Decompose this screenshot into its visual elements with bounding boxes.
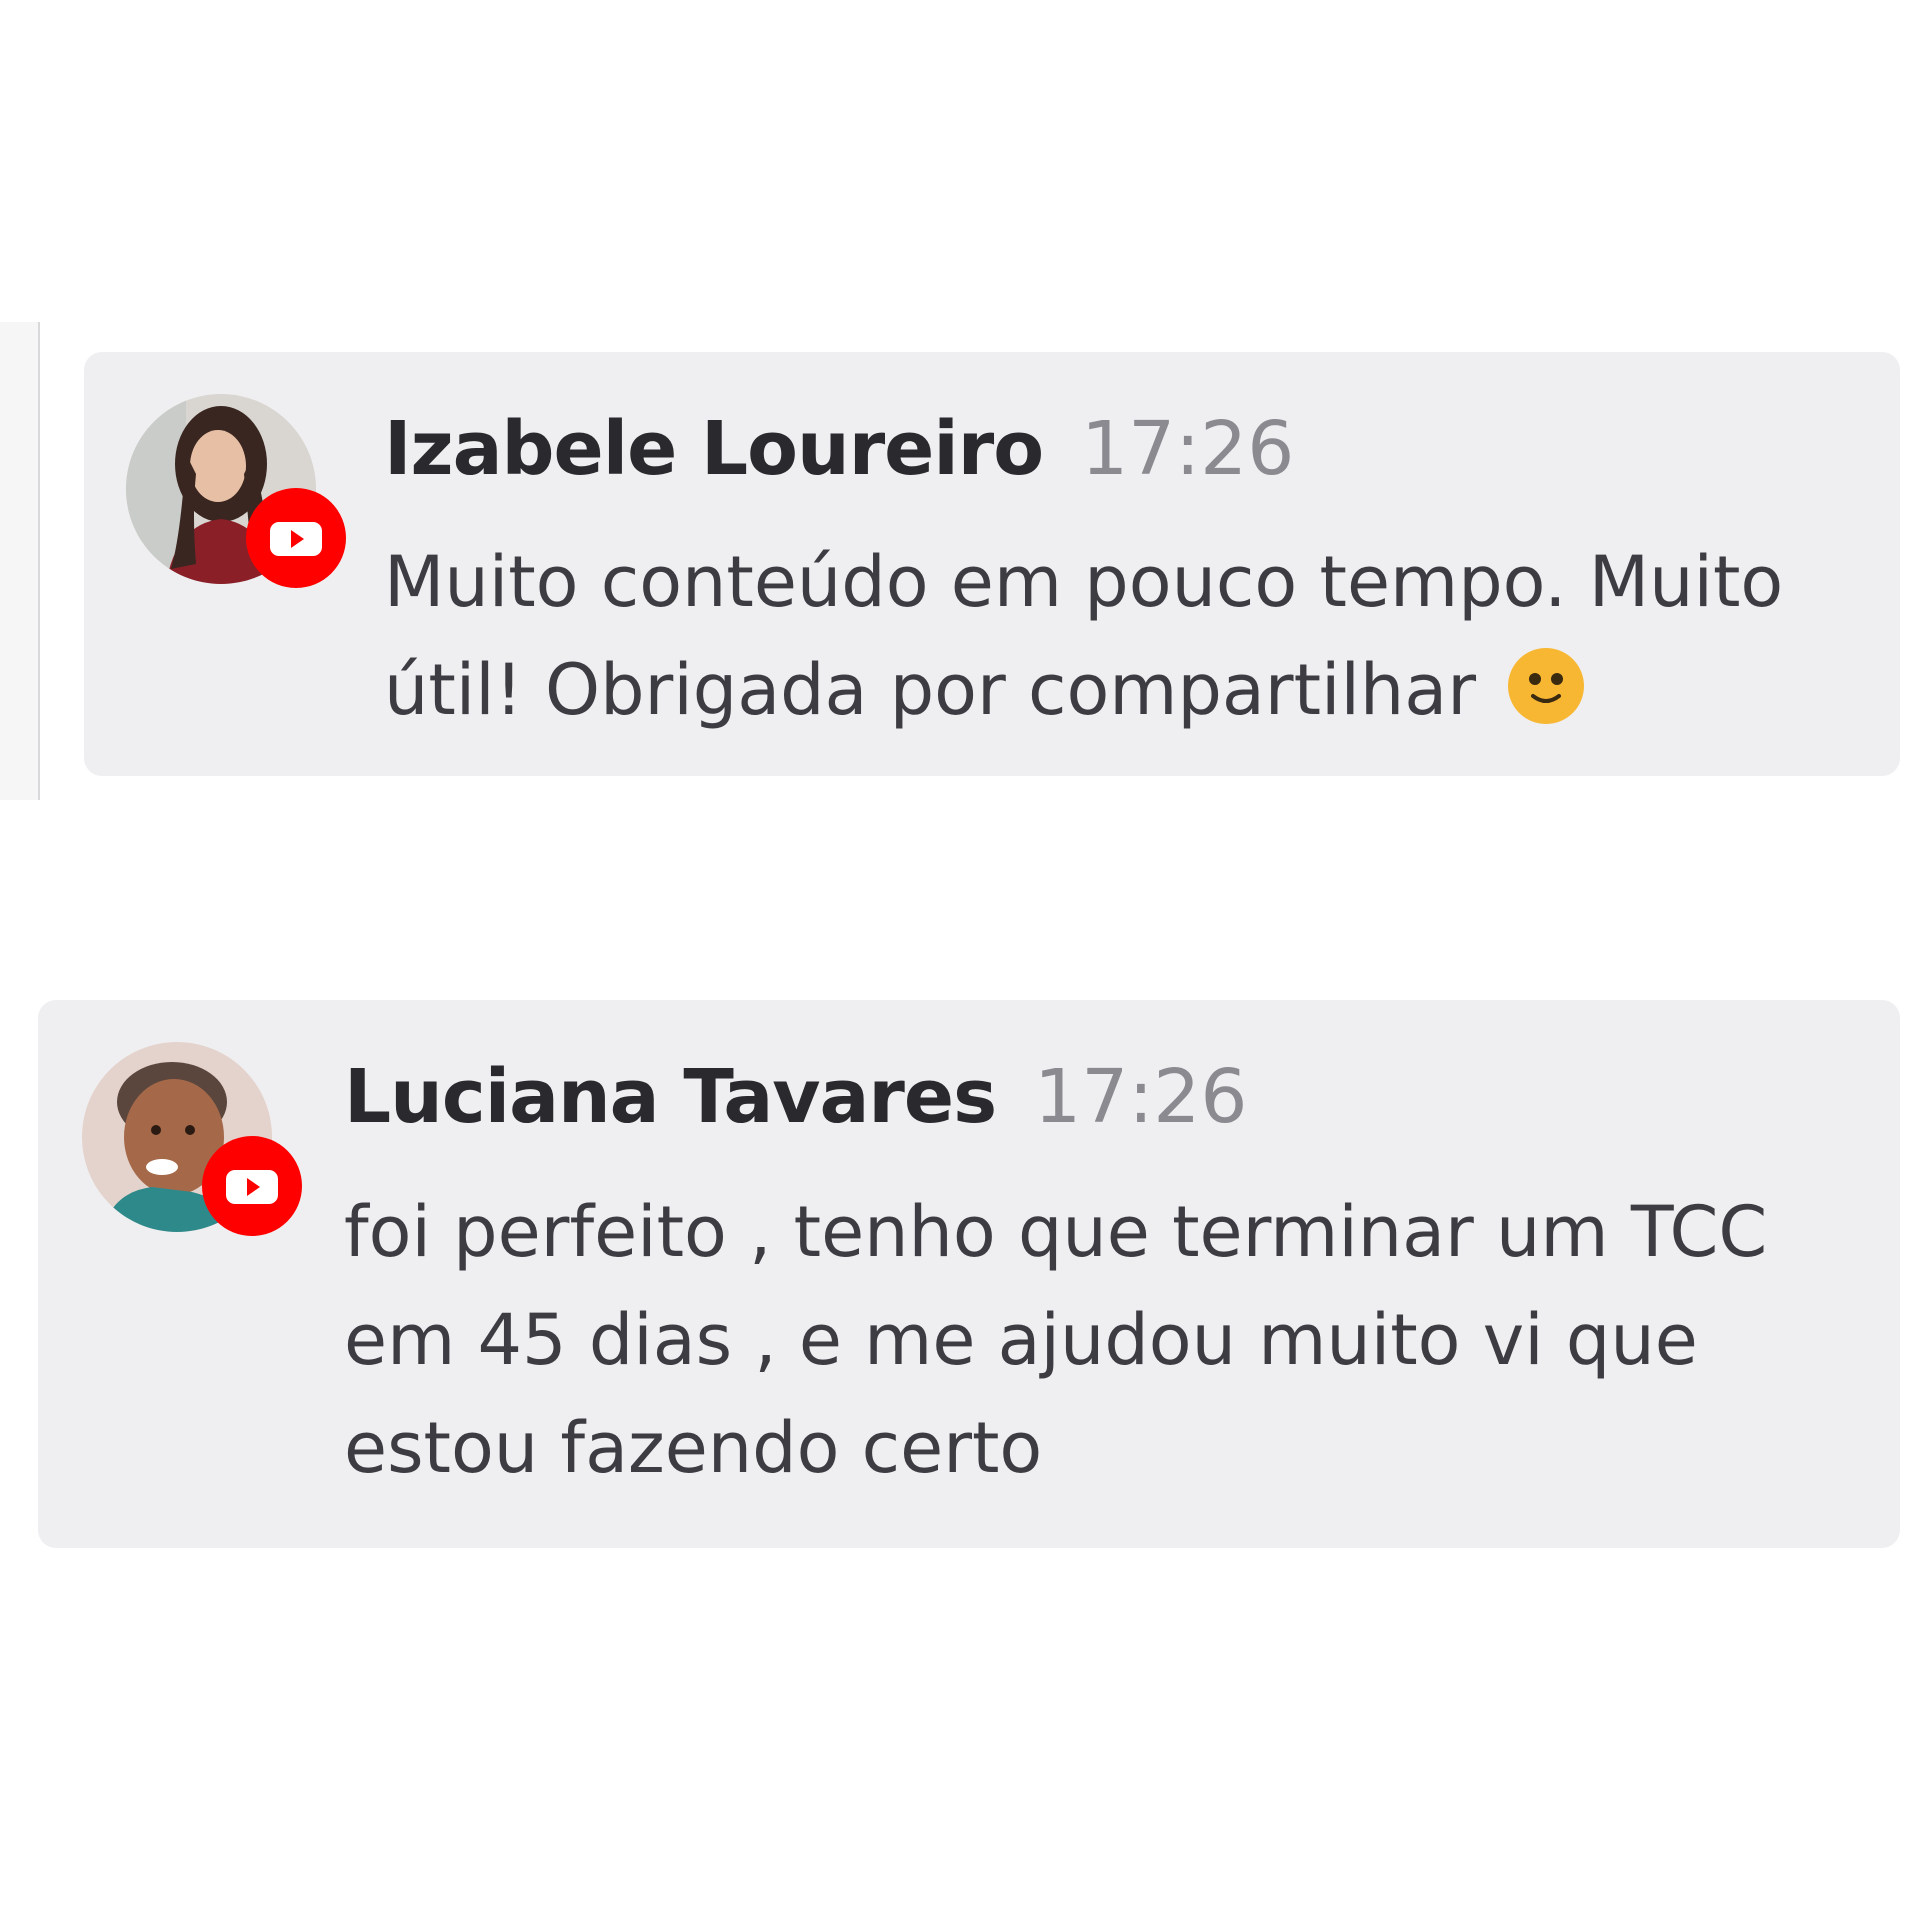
comment-card[interactable]: Luciana Tavares 17:26 foi perfeito , tenh… [38, 1000, 1900, 1548]
comment-header: Izabele Loureiro 17:26 [384, 412, 1294, 486]
comment-text-segment: útil! Obrigada por compartilhar [384, 649, 1476, 731]
comment-text-line: Muito conteúdo em pouco tempo. Muito [384, 541, 1784, 623]
timestamp: 17:26 [1081, 406, 1295, 492]
comment-text: Muito conteúdo em pouco tempo. Muito úti… [384, 528, 1874, 744]
youtube-icon [202, 1136, 302, 1236]
comment-text-line: em 45 dias , e me ajudou muito vi que [344, 1299, 1698, 1381]
smile-emoji-icon [1506, 646, 1586, 726]
comment-header: Luciana Tavares 17:26 [344, 1060, 1247, 1134]
author-name[interactable]: Izabele Loureiro [384, 406, 1044, 492]
avatar-container[interactable] [82, 1042, 302, 1242]
timestamp: 17:26 [1034, 1054, 1248, 1140]
comment-text: foi perfeito , tenho que terminar um TCC… [344, 1178, 1864, 1502]
comment-card[interactable]: Izabele Loureiro 17:26 Muito conteúdo em … [84, 352, 1900, 776]
avatar-container[interactable] [126, 394, 346, 594]
left-panel-edge [0, 322, 40, 800]
comment-text-line: útil! Obrigada por compartilhar [384, 636, 1874, 744]
comment-text-line: foi perfeito , tenho que terminar um TCC [344, 1191, 1768, 1273]
youtube-icon [246, 488, 346, 588]
comment-text-line: estou fazendo certo [344, 1407, 1043, 1489]
author-name[interactable]: Luciana Tavares [344, 1054, 997, 1140]
